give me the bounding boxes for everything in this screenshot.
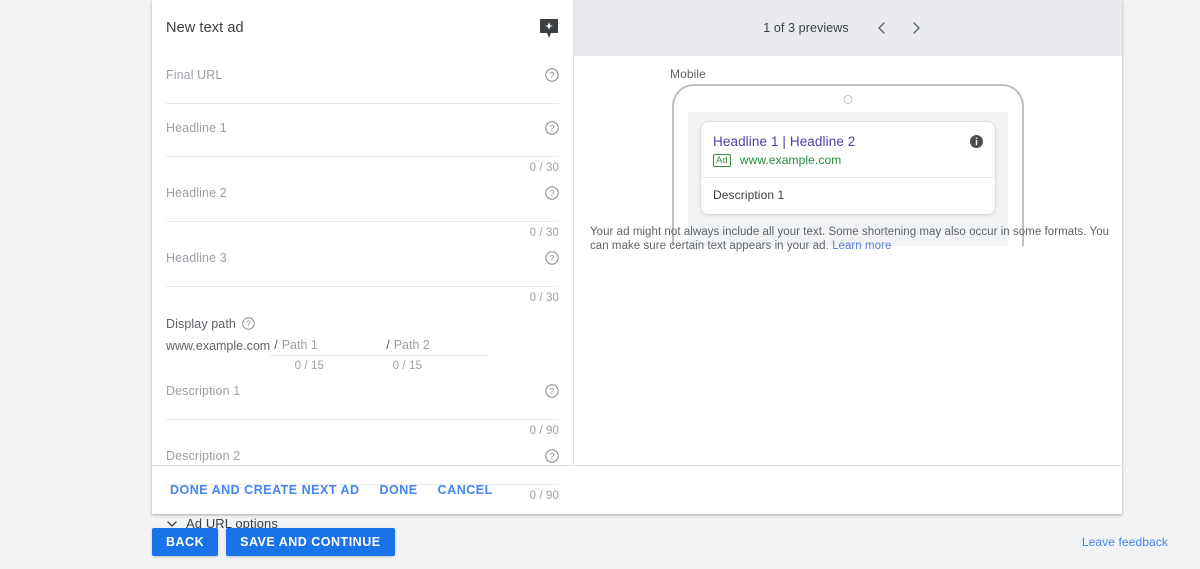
svg-text:?: ? xyxy=(550,451,555,461)
display-path-row: www.example.com / Path 1 / Path 2 xyxy=(166,338,559,356)
ad-editor-screen: New text ad Final URL ? Headline 1 ? 0 /… xyxy=(0,0,1200,569)
svg-text:?: ? xyxy=(550,253,555,263)
field-headline-3: Headline 3 ? 0 / 30 xyxy=(166,239,559,304)
field-headline-2: Headline 2 ? 0 / 30 xyxy=(166,174,559,239)
path-1-placeholder: Path 1 xyxy=(281,338,318,352)
ad-badge: Ad xyxy=(713,153,731,167)
form-header: New text ad xyxy=(166,0,559,56)
ad-description: Description 1 xyxy=(713,188,785,202)
path-1-counter: 0 / 15 xyxy=(294,360,324,372)
field-description-2: Description 2 ? 0 / 90 xyxy=(166,437,559,502)
svg-text:?: ? xyxy=(550,386,555,396)
ad-preview-text-block: Headline 1 | Headline 2 Ad www.example.c… xyxy=(713,133,855,167)
description-1-input[interactable]: Description 1 ? xyxy=(166,383,559,420)
new-text-ad-card: New text ad Final URL ? Headline 1 ? 0 /… xyxy=(152,0,1122,531)
learn-more-link[interactable]: Learn more xyxy=(832,240,891,252)
path-2-counter: 0 / 15 xyxy=(392,360,422,372)
headline-3-label: Headline 3 xyxy=(166,251,227,265)
card-body: New text ad Final URL ? Headline 1 ? 0 /… xyxy=(152,0,1122,531)
field-headline-1: Headline 1 ? 0 / 30 xyxy=(166,109,559,174)
headline-1-counter: 0 / 30 xyxy=(529,162,559,174)
display-path-header: Display path ? xyxy=(166,316,559,331)
page-title: New text ad xyxy=(166,20,244,36)
chevron-left-icon[interactable] xyxy=(865,11,899,45)
headline-2-counter: 0 / 30 xyxy=(529,227,559,239)
path-2-placeholder: Path 2 xyxy=(393,338,430,352)
svg-text:?: ? xyxy=(550,123,555,133)
headline-2-label: Headline 2 xyxy=(166,186,227,200)
final-url-label: Final URL xyxy=(166,68,223,82)
svg-text:?: ? xyxy=(550,188,555,198)
description-2-counter: 0 / 90 xyxy=(529,490,559,502)
device-type-label: Mobile xyxy=(670,67,706,81)
headline-1-input[interactable]: Headline 1 ? xyxy=(166,120,559,157)
svg-text:?: ? xyxy=(246,319,251,328)
final-url-input[interactable]: Final URL ? xyxy=(166,67,559,104)
help-icon[interactable]: ? xyxy=(545,186,559,200)
ad-suggestion-icon[interactable] xyxy=(539,18,559,39)
headline-3-input[interactable]: Headline 3 ? xyxy=(166,250,559,287)
svg-text:?: ? xyxy=(550,70,555,80)
path-2-slash: / xyxy=(386,338,390,352)
description-1-label: Description 1 xyxy=(166,384,241,398)
description-2-label: Description 2 xyxy=(166,449,241,463)
phone-camera-dot xyxy=(843,95,853,104)
display-path-domain: www.example.com xyxy=(166,339,271,353)
headline-1-label: Headline 1 xyxy=(166,121,227,135)
description-1-counter: 0 / 90 xyxy=(529,425,559,437)
ad-display-url: www.example.com xyxy=(739,153,842,167)
ad-preview-pane: 1 of 3 previews Mobile Headline 1 | Head… xyxy=(574,0,1122,465)
info-icon[interactable] xyxy=(970,135,983,148)
preview-disclaimer: Your ad might not always include all you… xyxy=(590,226,1114,253)
path-1-slash: / xyxy=(274,338,278,352)
ad-form-pane: New text ad Final URL ? Headline 1 ? 0 /… xyxy=(152,0,574,531)
help-icon[interactable]: ? xyxy=(545,384,559,398)
ad-headline[interactable]: Headline 1 | Headline 2 xyxy=(713,133,855,150)
path-1-input[interactable]: / Path 1 xyxy=(270,338,383,356)
preview-counter: 1 of 3 previews xyxy=(763,21,849,35)
help-icon[interactable]: ? xyxy=(545,121,559,135)
path-2-input[interactable]: / Path 2 xyxy=(382,338,489,356)
ad-url-row: Ad www.example.com xyxy=(713,153,855,167)
preview-body: Mobile Headline 1 | Headline 2 Ad www.ex… xyxy=(574,56,1122,465)
help-icon[interactable]: ? xyxy=(545,68,559,82)
back-button[interactable]: BACK xyxy=(152,527,219,556)
mobile-device-frame: Headline 1 | Headline 2 Ad www.example.c… xyxy=(672,84,1024,246)
help-icon[interactable]: ? xyxy=(242,317,256,331)
display-path-group: Display path ? www.example.com / Path 1 … xyxy=(166,304,559,372)
leave-feedback-link[interactable]: Leave feedback xyxy=(1082,535,1168,549)
help-icon[interactable]: ? xyxy=(545,251,559,265)
headline-2-input[interactable]: Headline 2 ? xyxy=(166,185,559,222)
ad-preview-card: Headline 1 | Headline 2 Ad www.example.c… xyxy=(700,121,996,215)
preview-header: 1 of 3 previews xyxy=(574,0,1122,56)
field-final-url: Final URL ? xyxy=(166,56,559,109)
description-2-input[interactable]: Description 2 ? xyxy=(166,448,559,485)
display-path-counters: 0 / 15 0 / 15 xyxy=(166,360,559,372)
bottom-action-bar: BACK SAVE AND CONTINUE Leave feedback xyxy=(0,514,1200,569)
help-icon[interactable]: ? xyxy=(545,449,559,463)
save-and-continue-button[interactable]: SAVE AND CONTINUE xyxy=(226,527,395,556)
ad-preview-top: Headline 1 | Headline 2 Ad www.example.c… xyxy=(713,133,983,167)
chevron-right-icon[interactable] xyxy=(899,11,933,45)
headline-3-counter: 0 / 30 xyxy=(529,292,559,304)
display-path-label: Display path xyxy=(166,316,236,331)
field-description-1: Description 1 ? 0 / 90 xyxy=(166,372,559,437)
